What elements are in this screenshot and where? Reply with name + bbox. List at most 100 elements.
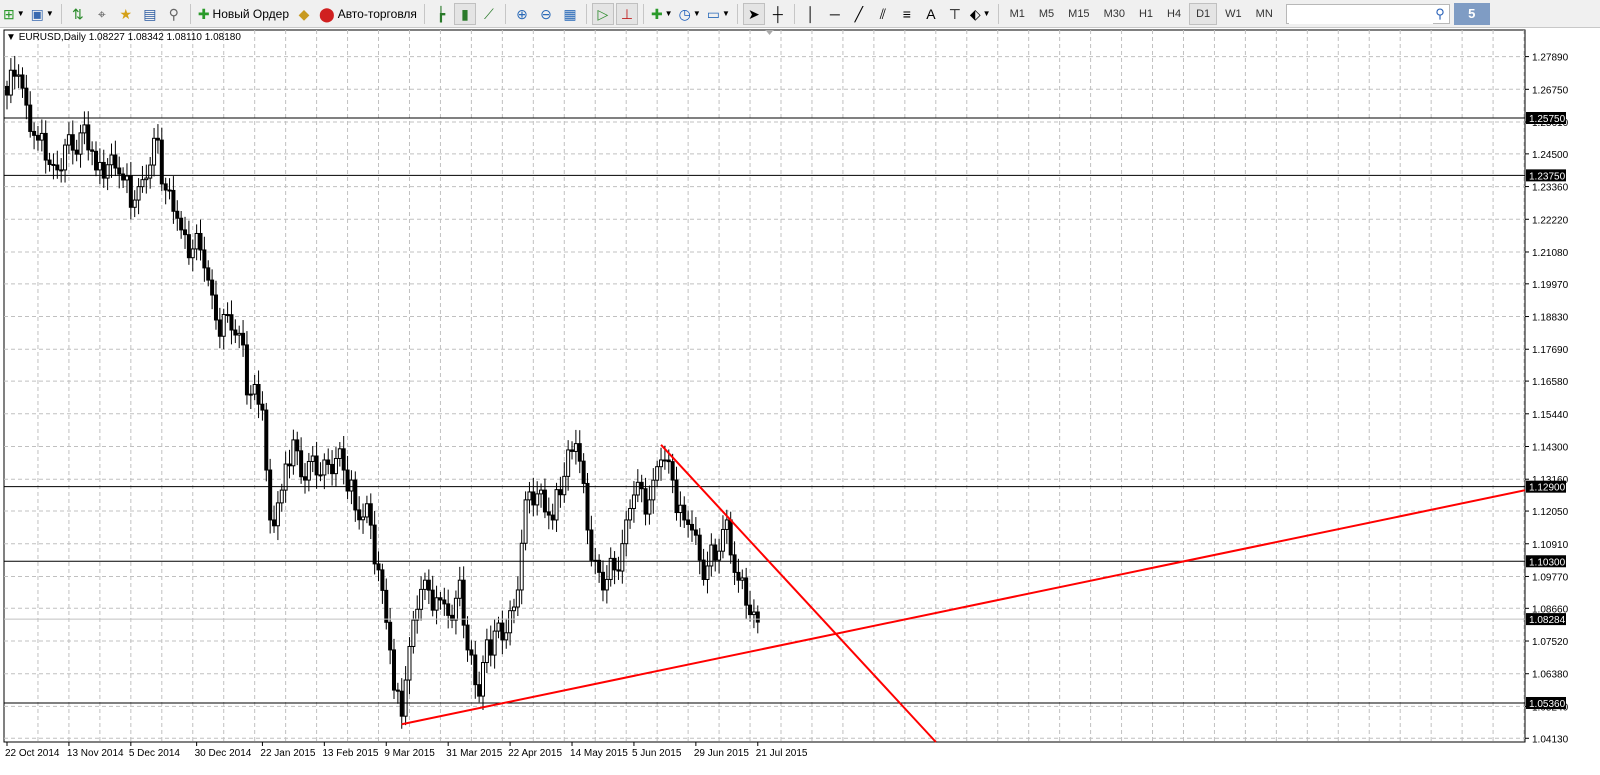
candle-bullish	[275, 502, 280, 527]
horizontal-line-icon: ─	[829, 5, 840, 22]
candle-bullish	[678, 504, 683, 514]
indicators-button[interactable]: ✚ ▼	[649, 3, 675, 25]
date-tick-label: 9 Mar 2015	[384, 748, 435, 759]
candle-bearish	[639, 481, 644, 490]
candle-bearish	[175, 210, 180, 219]
candle-bearish	[732, 554, 737, 573]
candle-bearish	[542, 489, 547, 513]
timeframe-bar: M1 M5 M15 M30 H1 H4 D1 W1 MN	[1003, 2, 1280, 25]
search-box[interactable]: ⚲	[1285, 3, 1450, 24]
market-watch-icon: ⇅	[71, 5, 84, 22]
autotrading-icon: ⬤	[319, 5, 335, 22]
line-chart-button[interactable]: ⟋	[478, 3, 500, 25]
chevron-down-icon: ▼	[16, 9, 25, 18]
vertical-line-button[interactable]: │	[800, 3, 822, 25]
chat-badge: 5	[1468, 6, 1476, 21]
zoom-in-button[interactable]: ⊕	[511, 3, 533, 25]
text-label-button[interactable]: ⊤	[944, 3, 966, 25]
strategy-tester-button[interactable]: ⚲	[163, 3, 185, 25]
toolbar-divider	[423, 3, 425, 24]
date-tick-label: 22 Jan 2015	[260, 748, 315, 759]
chevron-down-icon: ▼	[692, 9, 701, 18]
metaeditor-button[interactable]: ◆	[293, 3, 315, 25]
crosshair-button[interactable]: ┼	[767, 3, 789, 25]
arrows-icon: ⬖	[969, 5, 981, 22]
candle-bearish	[206, 267, 211, 281]
candle-bearish	[469, 649, 474, 656]
text-button[interactable]: A	[920, 3, 942, 25]
candle-bullish	[751, 611, 756, 616]
candle-bullish	[306, 460, 311, 481]
date-tick-label: 5 Dec 2014	[129, 748, 181, 759]
equidistant-channel-button[interactable]: ⫽	[872, 3, 894, 25]
navigator-button[interactable]: ⌖	[91, 3, 113, 25]
candle-bullish	[403, 679, 408, 717]
current-price-label: 1.08284	[1529, 615, 1566, 626]
candle-bearish	[384, 589, 389, 623]
candle-bearish	[244, 344, 249, 396]
timeframe-m15[interactable]: M15	[1062, 3, 1095, 25]
timeframe-d1[interactable]: D1	[1189, 2, 1218, 25]
candle-bearish	[51, 163, 56, 166]
tile-windows-icon: ▦	[563, 5, 577, 22]
zoom-out-button[interactable]: ⊖	[535, 3, 557, 25]
candle-bearish	[581, 460, 586, 484]
candle-bearish	[430, 589, 435, 611]
timeframe-m5[interactable]: M5	[1033, 3, 1060, 25]
text-label-icon: ⊤	[948, 5, 961, 22]
trendline-button[interactable]: ╱	[848, 3, 870, 25]
new-chart-button[interactable]: ⊞ ▼	[1, 3, 27, 25]
candle-bullish	[279, 489, 284, 504]
candle-bearish	[32, 130, 37, 136]
auto-scroll-button[interactable]: ▷	[591, 2, 614, 25]
arrows-button[interactable]: ⬖ ▼	[968, 3, 993, 25]
terminal-button[interactable]: ▤	[139, 3, 161, 25]
chat-button[interactable]: 5	[1453, 2, 1490, 25]
autotrading-label: Авто-торговля	[337, 6, 417, 21]
timeframe-h1[interactable]: H1	[1133, 3, 1159, 25]
candle-bearish	[589, 529, 594, 561]
date-tick-label: 13 Feb 2015	[322, 748, 379, 759]
date-tick-label: 13 Nov 2014	[67, 748, 124, 759]
price-chart[interactable]: 1.278901.267501.256101.245001.233601.222…	[0, 28, 1600, 775]
timeframe-w1[interactable]: W1	[1219, 3, 1248, 25]
bar-chart-button[interactable]: ┢	[430, 3, 452, 25]
timeframe-m30[interactable]: M30	[1098, 3, 1131, 25]
chart-header: ▼ EURUSD,Daily 1.08227 1.08342 1.08110 1…	[6, 32, 241, 43]
price-tick-label: 1.10910	[1532, 540, 1569, 551]
search-icon[interactable]: ⚲	[1435, 6, 1445, 22]
candle-bearish	[43, 132, 48, 161]
horizontal-line-button[interactable]: ─	[824, 3, 846, 25]
candle-bullish	[511, 606, 516, 612]
candle-bearish	[546, 511, 551, 516]
level-price-label: 1.05360	[1529, 699, 1566, 710]
candlestick-button[interactable]: ▮	[453, 2, 476, 25]
favorites-button[interactable]: ★	[115, 3, 137, 25]
candle-bullish	[310, 455, 315, 462]
candle-bearish	[477, 684, 482, 697]
candle-bearish	[260, 403, 265, 411]
candle-bearish	[183, 229, 188, 236]
tile-windows-button[interactable]: ▦	[559, 3, 581, 25]
autotrading-button[interactable]: ⬤ Авто-торговля	[317, 3, 419, 25]
timeframe-m1[interactable]: M1	[1004, 3, 1031, 25]
candle-bearish	[94, 150, 99, 171]
cursor-button[interactable]: ➤	[742, 2, 765, 25]
collapse-triangle-icon[interactable]: ▼	[6, 32, 16, 43]
candle-bearish	[728, 519, 733, 556]
fibonacci-button[interactable]: ≡	[896, 3, 918, 25]
timeframe-h4[interactable]: H4	[1161, 3, 1187, 25]
search-input[interactable]	[1288, 5, 1433, 24]
candle-bearish	[5, 85, 9, 96]
candle-bearish	[616, 569, 621, 572]
templates-button[interactable]: ▭ ▼	[705, 3, 732, 25]
market-watch-button[interactable]: ⇅	[67, 3, 89, 25]
candle-bullish	[194, 232, 199, 250]
profiles-button[interactable]: ▣ ▼	[29, 3, 56, 25]
new-order-button[interactable]: ✚ Новый Ордер	[196, 3, 291, 25]
periods-button[interactable]: ◷ ▼	[677, 3, 703, 25]
toolbar-divider	[642, 3, 644, 24]
timeframe-mn[interactable]: MN	[1250, 3, 1279, 25]
chart-shift-button[interactable]: ⊥	[615, 2, 638, 25]
candle-bearish	[24, 87, 29, 106]
